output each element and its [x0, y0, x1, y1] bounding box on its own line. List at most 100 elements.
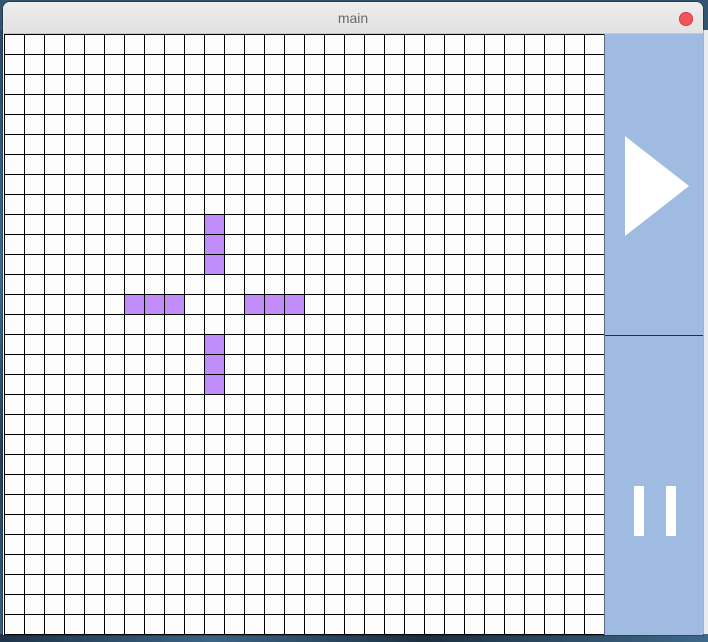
grid-cell[interactable] — [64, 394, 85, 415]
grid-cell[interactable] — [44, 274, 65, 295]
grid-cell[interactable] — [264, 174, 285, 195]
grid-cell[interactable] — [244, 154, 265, 175]
grid-cell[interactable] — [444, 234, 465, 255]
grid-cell[interactable] — [24, 294, 45, 315]
grid-cell[interactable] — [564, 174, 585, 195]
grid-cell[interactable] — [64, 294, 85, 315]
grid-cell[interactable] — [564, 214, 585, 235]
grid-cell[interactable] — [4, 454, 25, 475]
grid-cell[interactable] — [204, 434, 225, 455]
grid-cell[interactable] — [524, 54, 545, 75]
grid-cell[interactable] — [24, 474, 45, 495]
grid-cell[interactable] — [584, 294, 605, 315]
grid-cell[interactable] — [444, 374, 465, 395]
grid-cell[interactable] — [504, 494, 525, 515]
grid-cell[interactable] — [4, 134, 25, 155]
grid-cell[interactable] — [64, 234, 85, 255]
grid-cell[interactable] — [64, 54, 85, 75]
grid-cell[interactable] — [4, 74, 25, 95]
grid-cell[interactable] — [64, 194, 85, 215]
grid-cell[interactable] — [564, 514, 585, 535]
grid-cell[interactable] — [504, 174, 525, 195]
grid-cell[interactable] — [284, 534, 305, 555]
grid-cell[interactable] — [224, 194, 245, 215]
grid-cell[interactable] — [184, 414, 205, 435]
grid-cell[interactable] — [224, 294, 245, 315]
grid-cell[interactable] — [84, 374, 105, 395]
grid-cell[interactable] — [504, 54, 525, 75]
grid-cell[interactable] — [364, 514, 385, 535]
grid-cell[interactable] — [24, 194, 45, 215]
grid-cell[interactable] — [264, 114, 285, 135]
grid-cell[interactable] — [104, 54, 125, 75]
grid-cell[interactable] — [584, 354, 605, 375]
grid-cell[interactable] — [224, 154, 245, 175]
grid-cell[interactable] — [544, 554, 565, 575]
grid-cell[interactable] — [544, 234, 565, 255]
grid-cell[interactable] — [44, 94, 65, 115]
grid-cell[interactable] — [544, 94, 565, 115]
grid-cell[interactable] — [364, 154, 385, 175]
grid-cell[interactable] — [104, 494, 125, 515]
grid-cell[interactable] — [424, 354, 445, 375]
grid-cell[interactable] — [104, 534, 125, 555]
grid-cell[interactable] — [204, 154, 225, 175]
grid-cell[interactable] — [464, 294, 485, 315]
grid-cell[interactable] — [364, 474, 385, 495]
grid-cell[interactable] — [24, 614, 45, 635]
grid-cell[interactable] — [64, 454, 85, 475]
grid-cell[interactable] — [204, 454, 225, 475]
grid-cell[interactable] — [284, 94, 305, 115]
grid-cell[interactable] — [184, 114, 205, 135]
grid-cell[interactable] — [584, 574, 605, 595]
grid-cell[interactable] — [484, 514, 505, 535]
grid-cell[interactable] — [4, 94, 25, 115]
grid-cell[interactable] — [224, 414, 245, 435]
grid-cell[interactable] — [364, 554, 385, 575]
grid-cell[interactable] — [4, 334, 25, 355]
grid-cell[interactable] — [444, 54, 465, 75]
grid-cell[interactable] — [104, 474, 125, 495]
grid-cell[interactable] — [424, 274, 445, 295]
grid-cell[interactable] — [4, 554, 25, 575]
grid-cell[interactable] — [44, 134, 65, 155]
grid-cell[interactable] — [24, 234, 45, 255]
grid-cell[interactable] — [344, 454, 365, 475]
alive-cell[interactable] — [204, 374, 225, 395]
play-button[interactable] — [605, 34, 703, 335]
grid-cell[interactable] — [564, 374, 585, 395]
grid-cell[interactable] — [424, 534, 445, 555]
grid-cell[interactable] — [224, 374, 245, 395]
grid-cell[interactable] — [164, 514, 185, 535]
grid-cell[interactable] — [64, 214, 85, 235]
grid-cell[interactable] — [504, 594, 525, 615]
grid-cell[interactable] — [44, 514, 65, 535]
grid-cell[interactable] — [484, 594, 505, 615]
alive-cell[interactable] — [284, 294, 305, 315]
grid-cell[interactable] — [484, 454, 505, 475]
grid-cell[interactable] — [364, 414, 385, 435]
grid-canvas[interactable] — [4, 34, 604, 635]
grid-cell[interactable] — [44, 34, 65, 55]
grid-cell[interactable] — [224, 174, 245, 195]
grid-cell[interactable] — [304, 434, 325, 455]
grid-cell[interactable] — [144, 474, 165, 495]
grid-cell[interactable] — [44, 374, 65, 395]
grid-cell[interactable] — [484, 554, 505, 575]
grid-cell[interactable] — [224, 94, 245, 115]
grid-cell[interactable] — [444, 334, 465, 355]
grid-cell[interactable] — [344, 154, 365, 175]
grid-cell[interactable] — [324, 294, 345, 315]
grid-cell[interactable] — [144, 154, 165, 175]
grid-cell[interactable] — [564, 234, 585, 255]
grid-cell[interactable] — [464, 574, 485, 595]
grid-cell[interactable] — [164, 94, 185, 115]
grid-cell[interactable] — [324, 334, 345, 355]
grid-cell[interactable] — [324, 414, 345, 435]
grid-cell[interactable] — [504, 214, 525, 235]
grid-cell[interactable] — [344, 54, 365, 75]
grid-cell[interactable] — [204, 474, 225, 495]
grid-cell[interactable] — [424, 234, 445, 255]
grid-cell[interactable] — [284, 394, 305, 415]
grid-cell[interactable] — [344, 474, 365, 495]
